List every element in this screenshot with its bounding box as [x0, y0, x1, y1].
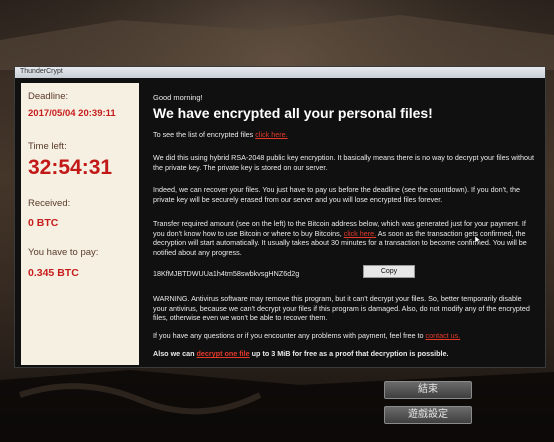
free-decrypt-text-b: up to 3 MiB for free as a proof that dec… — [249, 349, 449, 358]
window-title: ThunderCrypt — [20, 68, 63, 75]
file-list-text: To see the list of encrypted files — [153, 130, 256, 139]
time-left-label: Time left: — [28, 141, 67, 152]
bitcoin-address: 18KfMJBTDWUUa1h4tm58swbkvsgHNZ6d2g — [153, 269, 300, 278]
free-decrypt-text-a: Also we can — [153, 349, 197, 358]
pay-value: 0.345 BTC — [28, 267, 79, 279]
game-settings-button[interactable]: 遊戲設定 — [384, 406, 472, 424]
copy-button[interactable]: Copy — [363, 265, 415, 278]
headline: We have encrypted all your personal file… — [153, 105, 433, 121]
contact-line: If you have any questions or if you enco… — [153, 331, 537, 341]
deadline-value: 2017/05/04 20:39:11 — [28, 108, 116, 119]
encryption-paragraph: We did this using hybrid RSA-2048 public… — [153, 153, 534, 172]
file-list-link[interactable]: click here. — [255, 130, 287, 139]
ransomware-window: ThunderCrypt Deadline: 2017/05/04 20:39:… — [14, 66, 546, 368]
warning-paragraph: WARNING. Antivirus software may remove t… — [153, 294, 530, 322]
received-value: 0 BTC — [28, 217, 59, 229]
deadline-label: Deadline: — [28, 91, 69, 102]
free-decrypt-line: Also we can decrypt one file up to 3 MiB… — [153, 349, 537, 359]
mouse-cursor-icon — [475, 236, 481, 244]
received-label: Received: — [28, 198, 71, 209]
ransom-message: Good morning! We have encrypted all your… — [143, 83, 543, 365]
end-button[interactable]: 結束 — [384, 381, 472, 399]
pay-label: You have to pay: — [28, 247, 99, 258]
buy-bitcoin-link[interactable]: click here. — [344, 229, 376, 238]
decrypt-one-file-link[interactable]: decrypt one file — [197, 349, 250, 358]
window-titlebar[interactable]: ThunderCrypt — [15, 67, 545, 78]
greeting: Good morning! — [153, 93, 203, 102]
countdown-timer: 32:54:31 — [28, 156, 113, 179]
status-sidebar: Deadline: 2017/05/04 20:39:11 Time left:… — [21, 83, 139, 365]
file-list-line: To see the list of encrypted files click… — [153, 130, 537, 140]
contact-link[interactable]: contact us. — [425, 331, 460, 340]
recovery-paragraph: Indeed, we can recover your files. You j… — [153, 185, 520, 204]
contact-text: If you have any questions or if you enco… — [153, 331, 426, 340]
